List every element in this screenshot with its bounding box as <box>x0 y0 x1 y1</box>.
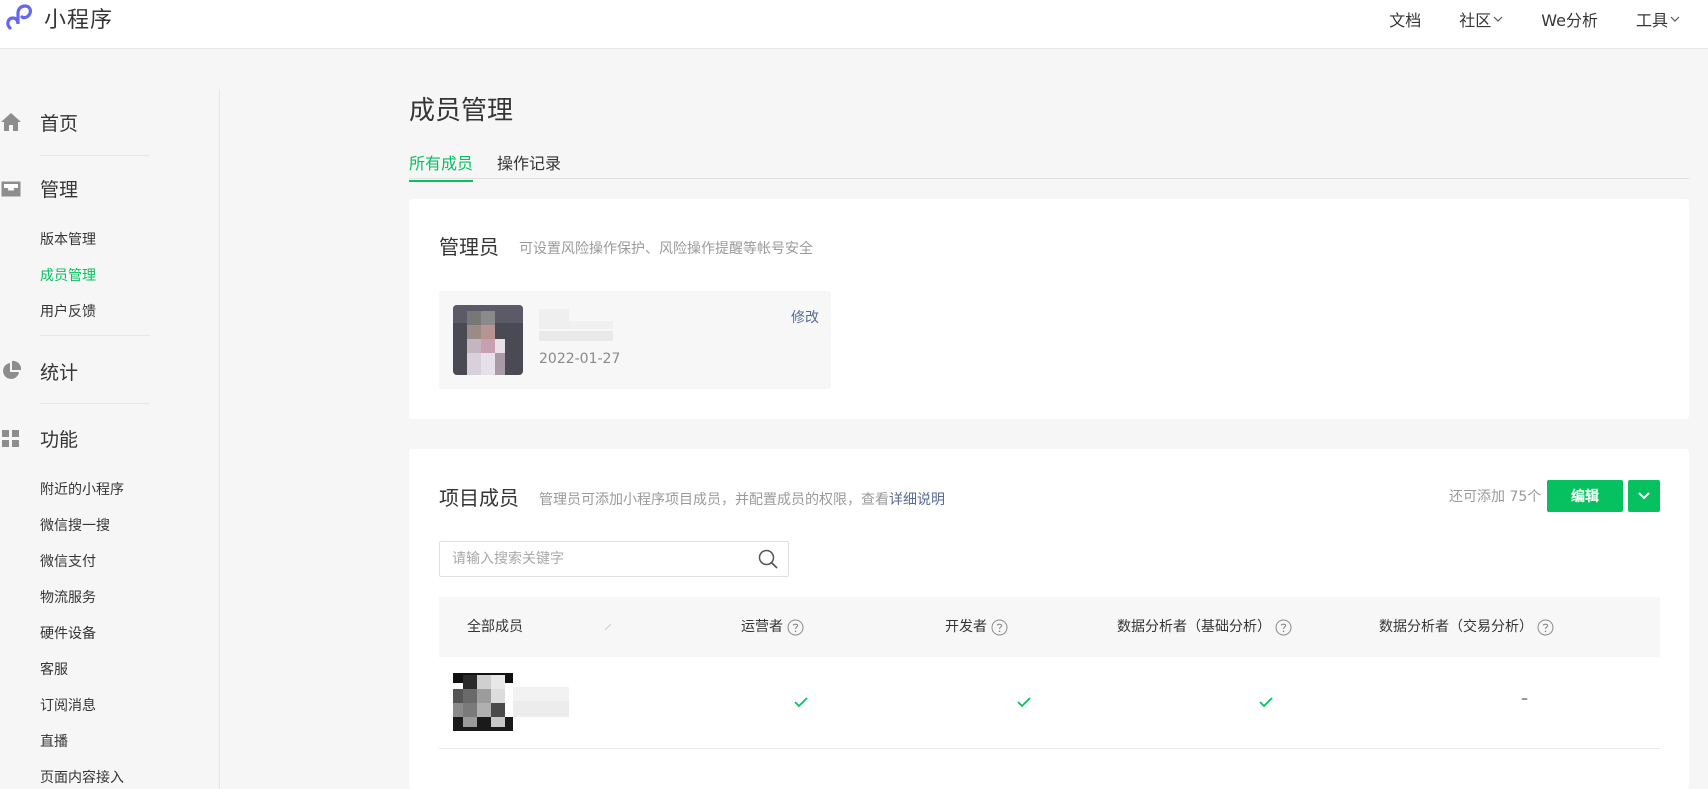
column-all-members[interactable]: 全部成员 <box>467 597 613 657</box>
avatar <box>453 673 513 731</box>
permission-data-analyst-basic <box>1259 693 1273 712</box>
nav-we-analysis[interactable]: We分析 <box>1541 7 1598 31</box>
admin-edit-link[interactable]: 修改 <box>791 307 819 327</box>
pie-chart-icon <box>3 360 22 379</box>
sidebar: 首页 管理 版本管理 成员管理 用户反馈 统计 功能 附近的小程序 微信搜一搜 … <box>0 89 220 789</box>
tab-all-members[interactable]: 所有成员 <box>409 150 474 182</box>
sidebar-item-wechat-search[interactable]: 微信搜一搜 <box>40 515 110 535</box>
sidebar-item-members[interactable]: 成员管理 <box>40 265 96 285</box>
members-desc-text: 管理员可添加小程序项目成员，并配置成员的权限，查看 <box>539 492 889 508</box>
sidebar-item-customer-service[interactable]: 客服 <box>40 659 68 679</box>
home-icon <box>1 113 21 131</box>
sidebar-item-subscribe-message[interactable]: 订阅消息 <box>40 695 96 715</box>
help-icon[interactable] <box>1537 619 1554 636</box>
page-title: 成员管理 <box>409 96 514 126</box>
app-logo[interactable]: 小程序 <box>4 2 113 34</box>
sidebar-item-page-content[interactable]: 页面内容接入 <box>40 767 124 787</box>
members-table-header: 全部成员 运营者 开发者 数据分析者（基础分析） 数据分析者（交易分析） <box>439 597 1660 657</box>
admin-section-desc: 可设置风险操作保护、风险操作提醒等帐号安全 <box>519 241 813 257</box>
check-icon <box>1259 697 1273 708</box>
app-name: 小程序 <box>44 8 114 33</box>
column-operator: 运营者 <box>741 597 804 657</box>
edit-members-button[interactable]: 编辑 <box>1547 480 1623 512</box>
more-options-button[interactable] <box>1628 480 1660 512</box>
chevron-down-icon <box>1493 16 1503 22</box>
column-label: 开发者 <box>945 619 987 635</box>
admin-join-date: 2022-01-27 <box>539 351 621 367</box>
inbox-icon <box>1 181 21 197</box>
column-data-analyst-basic: 数据分析者（基础分析） <box>1117 597 1292 657</box>
members-section-title: 项目成员 <box>439 486 519 510</box>
column-developer: 开发者 <box>945 597 1008 657</box>
member-search <box>439 541 789 577</box>
column-label: 运营者 <box>741 619 783 635</box>
permission-developer <box>1017 693 1031 712</box>
sidebar-item-nearby[interactable]: 附近的小程序 <box>40 479 124 499</box>
nav-tools-label: 工具 <box>1635 11 1668 30</box>
nav-docs-label: 文档 <box>1389 11 1422 30</box>
blurred-name <box>513 687 569 717</box>
check-icon <box>1017 697 1031 708</box>
search-icon[interactable] <box>758 549 778 569</box>
sidebar-item-features[interactable]: 功能 <box>0 423 150 453</box>
sidebar-item-wechat-pay[interactable]: 微信支付 <box>40 551 96 571</box>
column-label: 数据分析者（基础分析） <box>1117 619 1271 635</box>
details-link[interactable]: 详细说明 <box>889 492 945 508</box>
nav-community-label: 社区 <box>1459 11 1492 30</box>
table-row[interactable]: – <box>439 657 1660 749</box>
chevron-down-icon <box>1638 492 1650 500</box>
sidebar-item-feedback[interactable]: 用户反馈 <box>40 301 96 321</box>
search-input[interactable] <box>450 542 750 576</box>
help-icon[interactable] <box>991 619 1008 636</box>
avatar <box>453 305 523 375</box>
top-nav: 文档 社区 We分析 工具 <box>1389 0 1708 38</box>
sidebar-item-logistics[interactable]: 物流服务 <box>40 587 96 607</box>
sidebar-item-manage[interactable]: 管理 <box>0 173 150 203</box>
admin-card: 管理员 可设置风险操作保护、风险操作提醒等帐号安全 2022-01-27 修改 <box>409 199 1689 419</box>
admin-section-title: 管理员 <box>439 235 499 259</box>
mini-program-logo-icon <box>6 4 32 30</box>
tab-operation-log[interactable]: 操作记录 <box>497 150 561 180</box>
nav-we-analysis-label: We分析 <box>1541 11 1598 30</box>
column-label: 全部成员 <box>467 619 523 635</box>
blurred-name <box>539 309 613 341</box>
sidebar-item-version[interactable]: 版本管理 <box>40 229 96 249</box>
sort-icon <box>604 623 612 631</box>
sidebar-item-live[interactable]: 直播 <box>40 731 68 751</box>
member-avatar-image <box>453 673 513 731</box>
sidebar-divider <box>40 155 150 156</box>
sidebar-item-hardware[interactable]: 硬件设备 <box>40 623 96 643</box>
permission-operator <box>794 693 808 712</box>
nav-community[interactable]: 社区 <box>1459 7 1503 31</box>
sidebar-divider <box>40 403 150 404</box>
grid-icon <box>2 430 19 447</box>
check-icon <box>794 697 808 708</box>
admin-avatar-image <box>453 305 523 375</box>
nav-docs[interactable]: 文档 <box>1389 7 1421 31</box>
members-section-desc: 管理员可添加小程序项目成员，并配置成员的权限，查看详细说明 <box>539 489 945 509</box>
member-quota: 还可添加 75个 <box>1449 489 1542 505</box>
sidebar-item-label: 统计 <box>40 361 79 384</box>
chevron-down-icon <box>1670 16 1680 22</box>
admin-info: 2022-01-27 修改 <box>439 291 831 389</box>
sidebar-item-home[interactable]: 首页 <box>0 107 150 137</box>
sidebar-divider <box>40 335 150 336</box>
tab-bar: 所有成员 操作记录 <box>409 150 1689 182</box>
column-data-analyst-trade: 数据分析者（交易分析） <box>1379 597 1554 657</box>
help-icon[interactable] <box>787 619 804 636</box>
sidebar-item-label: 首页 <box>40 112 79 135</box>
permission-data-analyst-trade: – <box>1521 691 1528 707</box>
members-card: 项目成员 管理员可添加小程序项目成员，并配置成员的权限，查看详细说明 还可添加 … <box>409 449 1689 789</box>
sidebar-item-stats[interactable]: 统计 <box>0 356 150 386</box>
help-icon[interactable] <box>1275 619 1292 636</box>
column-label: 数据分析者（交易分析） <box>1379 619 1533 635</box>
nav-tools[interactable]: 工具 <box>1636 7 1680 31</box>
sidebar-item-label: 管理 <box>40 178 79 201</box>
top-bar: 小程序 文档 社区 We分析 工具 <box>0 0 1708 49</box>
sidebar-item-label: 功能 <box>40 428 79 451</box>
